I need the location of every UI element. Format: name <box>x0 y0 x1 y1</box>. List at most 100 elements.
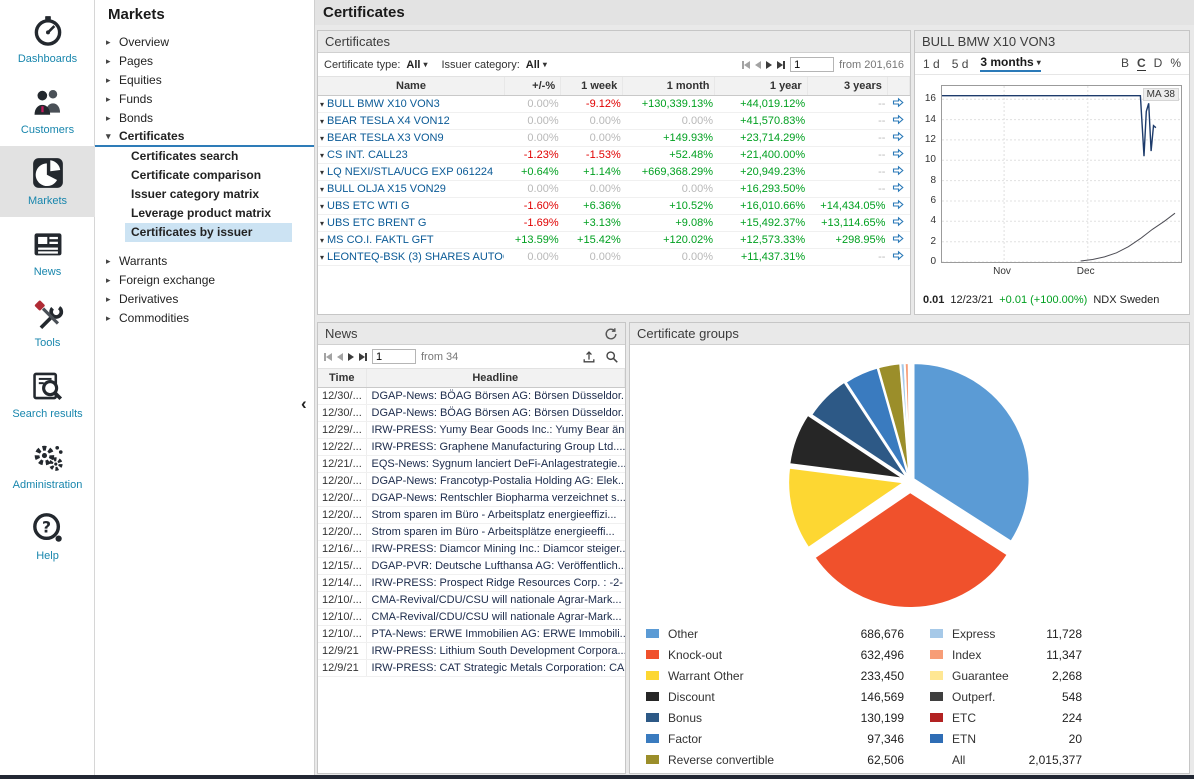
instrument-name[interactable]: ▾BEAR TESLA X3 VON9 <box>318 129 504 146</box>
open-instrument-icon[interactable] <box>887 146 909 163</box>
refresh-icon[interactable] <box>604 327 618 341</box>
open-instrument-icon[interactable] <box>887 248 909 265</box>
open-instrument-icon[interactable] <box>887 180 909 197</box>
open-instrument-icon[interactable] <box>887 129 909 146</box>
sidebar-item-issuer-category-matrix[interactable]: Issuer category matrix <box>95 185 314 204</box>
column-header[interactable]: 3 years <box>807 77 887 95</box>
sidebar-item-certificates-by-issuer[interactable]: Certificates by issuer <box>125 223 292 242</box>
news-row[interactable]: 12/10/...CMA-Revival/CDU/CSU will nation… <box>318 608 625 625</box>
sidebar-item-overview[interactable]: ▸Overview <box>95 33 314 52</box>
news-row[interactable]: 12/15/...DGAP-PVR: Deutsche Lufthansa AG… <box>318 557 625 574</box>
news-row[interactable]: 12/9/21IRW-PRESS: CAT Strategic Metals C… <box>318 659 625 676</box>
news-headline[interactable]: DGAP-News: Francotyp-Postalia Holding AG… <box>366 472 625 489</box>
certificate-type-dropdown[interactable]: All▾ <box>406 59 427 71</box>
issuer-category-dropdown[interactable]: All▾ <box>526 59 547 71</box>
table-row[interactable]: ▾BEAR TESLA X4 VON120.00%0.00%0.00%+41,5… <box>318 112 910 129</box>
open-instrument-icon[interactable] <box>887 197 909 214</box>
nav-item-news[interactable]: News <box>0 217 95 288</box>
sidebar-item-certificate-comparison[interactable]: Certificate comparison <box>95 166 314 185</box>
table-row[interactable]: ▾LEONTEQ-BSK (3) SHARES AUTOCAL0.00%0.00… <box>318 248 910 265</box>
news-headline[interactable]: DGAP-News: BÖAG Börsen AG: Börsen Düssel… <box>366 404 625 421</box>
news-headline[interactable]: DGAP-PVR: Deutsche Lufthansa AG: Veröffe… <box>366 557 625 574</box>
news-row[interactable]: 12/16/...IRW-PRESS: Diamcor Mining Inc.:… <box>318 540 625 557</box>
news-row[interactable]: 12/20/...DGAP-News: Rentschler Biopharma… <box>318 489 625 506</box>
open-instrument-icon[interactable] <box>887 163 909 180</box>
news-row[interactable]: 12/20/...Strom sparen im Büro - Arbeitsp… <box>318 506 625 523</box>
chart-option-c[interactable]: C <box>1137 56 1146 71</box>
next-page-button[interactable] <box>348 353 354 361</box>
sidebar-item-equities[interactable]: ▸Equities <box>95 71 314 90</box>
sidebar-item-funds[interactable]: ▸Funds <box>95 90 314 109</box>
instrument-name[interactable]: ▾LEONTEQ-BSK (3) SHARES AUTOCAL <box>318 248 504 265</box>
prev-page-button[interactable] <box>337 353 343 361</box>
news-headline[interactable]: IRW-PRESS: Prospect Ridge Resources Corp… <box>366 574 625 591</box>
sidebar-item-commodities[interactable]: ▸Commodities <box>95 309 314 328</box>
news-row[interactable]: 12/30/...DGAP-News: BÖAG Börsen AG: Börs… <box>318 387 625 404</box>
news-headline[interactable]: Strom sparen im Büro - Arbeitsplätze ene… <box>366 523 625 540</box>
news-headline[interactable]: IRW-PRESS: Lithium South Development Cor… <box>366 642 625 659</box>
news-headline[interactable]: IRW-PRESS: Diamcor Mining Inc.: Diamcor … <box>366 540 625 557</box>
sidebar-item-derivatives[interactable]: ▸Derivatives <box>95 290 314 309</box>
sidebar-item-pages[interactable]: ▸Pages <box>95 52 314 71</box>
tab-5d[interactable]: 5 d <box>952 57 969 71</box>
news-headline[interactable]: DGAP-News: BÖAG Börsen AG: Börsen Düssel… <box>366 387 625 404</box>
search-icon[interactable] <box>605 350 619 364</box>
news-headline[interactable]: EQS-News: Sygnum lanciert DeFi-Anlagestr… <box>366 455 625 472</box>
instrument-name[interactable]: ▾LQ NEXI/STLA/UCG EXP 061224 <box>318 163 504 180</box>
table-row[interactable]: ▾UBS ETC WTI G-1.60%+6.36%+10.52%+16,010… <box>318 197 910 214</box>
news-headline[interactable]: DGAP-News: Rentschler Biopharma verzeich… <box>366 489 625 506</box>
sidebar-item-leverage-product-matrix[interactable]: Leverage product matrix <box>95 204 314 223</box>
open-instrument-icon[interactable] <box>887 231 909 248</box>
news-row[interactable]: 12/22/...IRW-PRESS: Graphene Manufacturi… <box>318 438 625 455</box>
sidebar-item-foreign-exchange[interactable]: ▸Foreign exchange <box>95 271 314 290</box>
news-row[interactable]: 12/21/...EQS-News: Sygnum lanciert DeFi-… <box>318 455 625 472</box>
news-row[interactable]: 12/30/...DGAP-News: BÖAG Börsen AG: Börs… <box>318 404 625 421</box>
table-row[interactable]: ▾BULL BMW X10 VON30.00%-9.12%+130,339.13… <box>318 95 910 112</box>
first-page-button[interactable] <box>742 61 750 69</box>
instrument-name[interactable]: ▾UBS ETC WTI G <box>318 197 504 214</box>
export-icon[interactable] <box>582 350 596 364</box>
sidebar-item-bonds[interactable]: ▸Bonds <box>95 109 314 128</box>
column-header[interactable]: 1 month <box>623 77 715 95</box>
nav-item-help[interactable]: ?Help <box>0 501 95 572</box>
column-header[interactable]: +/-% <box>504 77 560 95</box>
column-header[interactable]: Name <box>318 77 504 95</box>
instrument-name[interactable]: ▾BULL OLJA X15 VON29 <box>318 180 504 197</box>
instrument-name[interactable]: ▾BULL BMW X10 VON3 <box>318 95 504 112</box>
table-row[interactable]: ▾UBS ETC BRENT G-1.69%+3.13%+9.08%+15,49… <box>318 214 910 231</box>
nav-item-dashboards[interactable]: Dashboards <box>0 4 95 75</box>
news-row[interactable]: 12/29/...IRW-PRESS: Yumy Bear Goods Inc.… <box>318 421 625 438</box>
column-header[interactable]: 1 year <box>715 77 807 95</box>
news-headline[interactable]: IRW-PRESS: CAT Strategic Metals Corporat… <box>366 659 625 676</box>
news-row[interactable]: 12/20/...DGAP-News: Francotyp-Postalia H… <box>318 472 625 489</box>
nav-item-markets[interactable]: Markets <box>0 146 95 217</box>
nav-item-customers[interactable]: Customers <box>0 75 95 146</box>
nav-item-tools[interactable]: Tools <box>0 288 95 359</box>
instrument-name[interactable]: ▾BEAR TESLA X4 VON12 <box>318 112 504 129</box>
table-row[interactable]: ▾BULL OLJA X15 VON290.00%0.00%0.00%+16,2… <box>318 180 910 197</box>
news-row[interactable]: 12/9/21IRW-PRESS: Lithium South Developm… <box>318 642 625 659</box>
news-headline[interactable]: Strom sparen im Büro - Arbeitsplatz ener… <box>366 506 625 523</box>
column-header[interactable]: Headline <box>366 369 625 387</box>
table-row[interactable]: ▾LQ NEXI/STLA/UCG EXP 061224+0.64%+1.14%… <box>318 163 910 180</box>
first-page-button[interactable] <box>324 353 332 361</box>
column-header[interactable]: Time <box>318 369 366 387</box>
news-page-input[interactable] <box>372 349 416 364</box>
table-row[interactable]: ▾BEAR TESLA X3 VON90.00%0.00%+149.93%+23… <box>318 129 910 146</box>
news-headline[interactable]: IRW-PRESS: Graphene Manufacturing Group … <box>366 438 625 455</box>
sidebar-item-warrants[interactable]: ▸Warrants <box>95 252 314 271</box>
panel-collapse-handle[interactable]: ‹ <box>301 394 307 414</box>
nav-item-search-results[interactable]: Search results <box>0 359 95 430</box>
table-row[interactable]: ▾MS CO.I. FAKTL GFT+13.59%+15.42%+120.02… <box>318 231 910 248</box>
open-instrument-icon[interactable] <box>887 95 909 112</box>
chart-option-d[interactable]: D <box>1154 56 1163 71</box>
last-page-button[interactable] <box>777 61 785 69</box>
instrument-name[interactable]: ▾CS INT. CALL23 <box>318 146 504 163</box>
instrument-name[interactable]: ▾MS CO.I. FAKTL GFT <box>318 231 504 248</box>
table-row[interactable]: ▾CS INT. CALL23-1.23%-1.53%+52.48%+21,40… <box>318 146 910 163</box>
column-header[interactable]: 1 week <box>561 77 623 95</box>
news-row[interactable]: 12/10/...PTA-News: ERWE Immobilien AG: E… <box>318 625 625 642</box>
chart-option-b[interactable]: B <box>1121 56 1129 71</box>
tab-3months[interactable]: 3 months▾ <box>980 55 1040 72</box>
sidebar-item-certificates-search[interactable]: Certificates search <box>95 147 314 166</box>
